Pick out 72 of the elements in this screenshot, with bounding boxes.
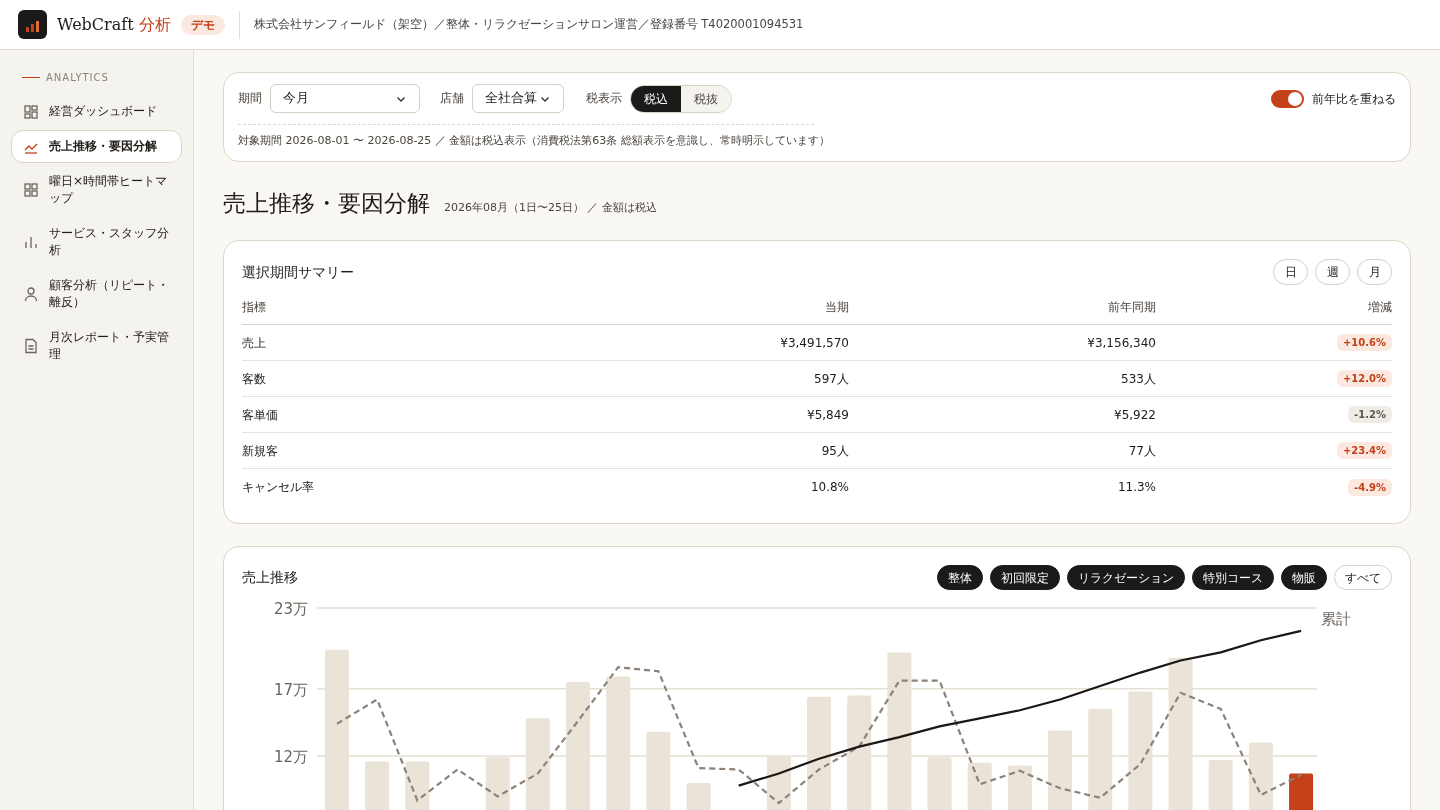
table-cell-text: 533人 bbox=[1120, 370, 1156, 388]
grid-icon bbox=[23, 182, 39, 198]
filter-chip[interactable]: リラクゼーション bbox=[1067, 565, 1185, 591]
axis-label: 17万 bbox=[273, 681, 308, 699]
table-cell-text: 77人 bbox=[1127, 442, 1156, 460]
filter-chip[interactable]: 物販 bbox=[1281, 565, 1327, 591]
nav-item[interactable]: 月次レポート・予実管理 bbox=[11, 321, 182, 371]
section-rule bbox=[22, 76, 40, 79]
demo-badge: デモ bbox=[180, 14, 225, 35]
filter-chip[interactable]: 整体 bbox=[937, 565, 983, 591]
table-cell-text: 売上 bbox=[242, 334, 267, 352]
table-cell-text: 新規客 bbox=[242, 442, 279, 460]
toggle-label: 前年比を重ねる bbox=[1312, 90, 1396, 108]
store-select[interactable]: 全社合算 bbox=[472, 84, 564, 113]
bar-chart-icon bbox=[23, 234, 39, 250]
period-select[interactable]: 今月 bbox=[270, 84, 420, 113]
change-badge: +23.4% bbox=[1336, 442, 1392, 460]
column-header: 増減 bbox=[1367, 299, 1392, 316]
table-cell-text: ¥5,922 bbox=[1113, 406, 1156, 424]
field-label: 期間 bbox=[238, 89, 262, 107]
column-header: 前年同期 bbox=[1107, 299, 1156, 316]
segment-button[interactable]: 税込 bbox=[631, 85, 681, 112]
change-badge: -1.2% bbox=[1348, 406, 1392, 424]
bar bbox=[405, 761, 430, 810]
series-label: 累計 bbox=[1321, 610, 1351, 629]
change-badge: -4.9% bbox=[1348, 478, 1392, 496]
bar bbox=[1007, 765, 1032, 810]
bar bbox=[1208, 760, 1233, 810]
bar bbox=[686, 783, 711, 810]
nav-item[interactable]: 経営ダッシュボード bbox=[11, 95, 182, 128]
field-label: 税表示 bbox=[586, 89, 622, 107]
nav-item[interactable]: 曜日×時間帯ヒートマップ bbox=[11, 165, 182, 215]
table-cell-text: キャンセル率 bbox=[242, 479, 315, 497]
toggle-switch[interactable] bbox=[1271, 89, 1304, 108]
axis-label: 12万 bbox=[273, 748, 308, 767]
table-cell-text: ¥3,156,340 bbox=[1086, 334, 1156, 352]
page-title: 売上推移・要因分解 bbox=[223, 188, 430, 218]
column-header: 当期 bbox=[824, 299, 849, 316]
nav-item[interactable]: 売上推移・要因分解 bbox=[11, 130, 182, 163]
page-subtitle: 2026年08月（1日〜25日） ／ 金額は税込 bbox=[444, 199, 657, 216]
table-cell-text: 11.3% bbox=[1116, 479, 1156, 497]
company-info: 株式会社サンフィールド（架空）／整体・リラクゼーションサロン運営／登録番号 T4020001094531 bbox=[253, 15, 804, 33]
change-badge: +10.6% bbox=[1336, 334, 1392, 352]
bar bbox=[365, 761, 390, 810]
app-name: WebCraft bbox=[57, 13, 134, 36]
table-cell-text: 10.8% bbox=[809, 479, 849, 497]
card-title: 選択期間サマリー bbox=[242, 262, 354, 282]
bar bbox=[1289, 773, 1314, 810]
filter-chip[interactable]: 特別コース bbox=[1192, 565, 1274, 591]
nav-item[interactable]: 顧客分析（リピート・離反） bbox=[11, 269, 182, 319]
app-name-accent: 分析 bbox=[138, 13, 171, 36]
axis-label: 23万 bbox=[273, 600, 308, 619]
table-cell-text: 客単価 bbox=[242, 406, 279, 424]
bar bbox=[967, 763, 992, 810]
filter-chip[interactable]: 初回限定 bbox=[990, 565, 1060, 591]
user-icon bbox=[23, 286, 39, 302]
logo-icon bbox=[18, 10, 47, 39]
document-icon bbox=[23, 338, 39, 354]
table-cell-text: 95人 bbox=[820, 442, 849, 460]
change-badge: +12.0% bbox=[1336, 370, 1392, 388]
table-cell-text: ¥5,849 bbox=[806, 406, 849, 424]
column-header: 指標 bbox=[242, 299, 267, 316]
section-label: ANALYTICS bbox=[46, 71, 109, 85]
table-cell-text: 597人 bbox=[813, 370, 849, 388]
period-note: 対象期間 2026-08-01 〜 2026-08-25 ／ 金額は税込表示（消費税法第63条 総額表示を意識し、常時明示しています） bbox=[238, 133, 831, 149]
nav-item[interactable]: サービス・スタッフ分析 bbox=[11, 217, 182, 267]
segment-button[interactable]: 税抜 bbox=[681, 85, 731, 112]
dashboard-icon bbox=[23, 103, 39, 120]
table-cell-text: ¥3,491,570 bbox=[779, 334, 849, 352]
table-cell-text: 客数 bbox=[242, 370, 267, 388]
field-label: 店舗 bbox=[440, 89, 464, 107]
card-title: 売上推移 bbox=[242, 568, 298, 588]
